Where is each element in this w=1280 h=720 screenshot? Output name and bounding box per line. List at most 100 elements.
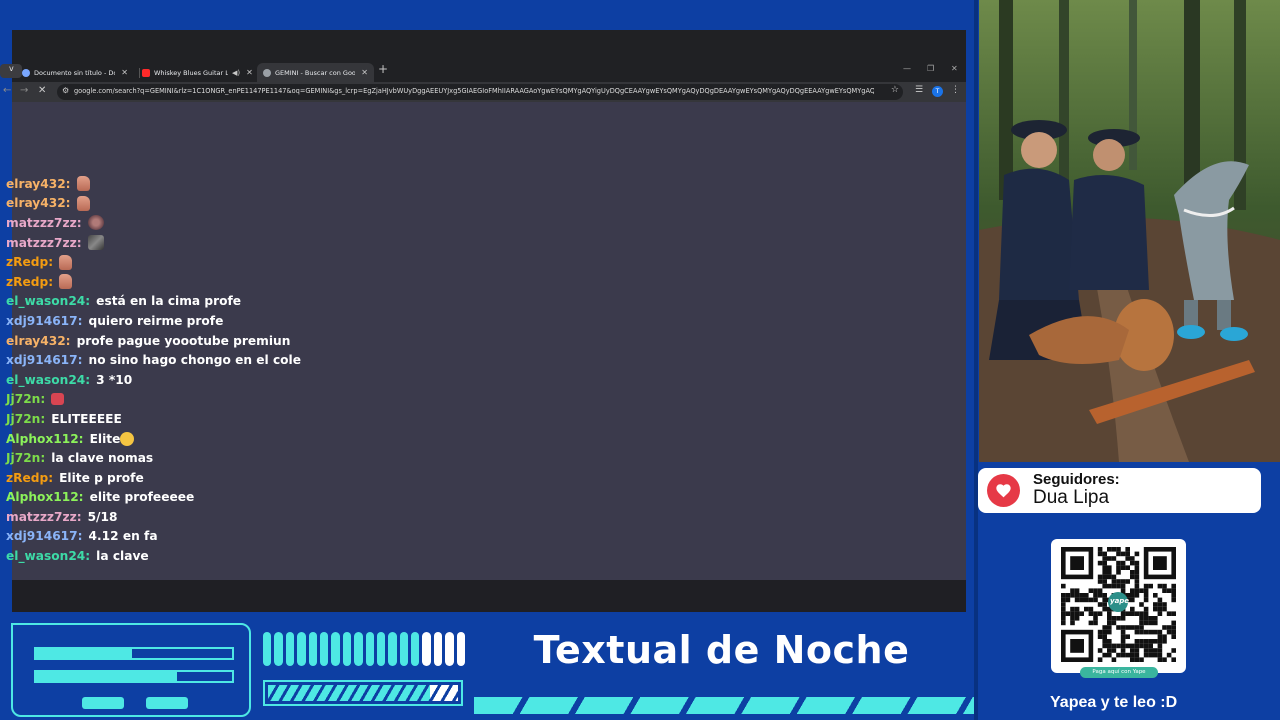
hud-level-fill-1: [36, 649, 133, 658]
chat-username: Alphox112:: [6, 431, 84, 446]
meter-segment: [308, 632, 317, 666]
back-icon[interactable]: ←: [3, 85, 11, 96]
chat-text: 3 *10: [96, 372, 133, 387]
chat-text: está en la cima profe: [96, 294, 242, 309]
yape-qr-card: yape Paga aquí con Yape: [1051, 539, 1186, 678]
chat-message: Jj72n:: [6, 390, 606, 410]
face1-emote-icon: [87, 215, 104, 231]
tab-gemini-search[interactable]: GEMINI - Buscar con Google ✕: [257, 63, 374, 82]
tab-strip: v Documento sin título - Docum ✕ Whiskey…: [0, 60, 966, 82]
heart-icon: [996, 484, 1011, 498]
striped-progress-bar: [263, 680, 463, 706]
chat-username: Jj72n:: [6, 411, 46, 426]
chat-text: la clave nomas: [51, 451, 154, 466]
chat-message: Alphox112: Elite: [6, 429, 606, 449]
latest-follower-name: Dua Lipa: [1033, 487, 1110, 508]
meme-image: [979, 0, 1280, 462]
chat-text: no sino hago chongo en el cole: [88, 353, 301, 368]
yape-logo-text: yape: [1110, 597, 1130, 605]
reading-list-icon[interactable]: ☰: [915, 85, 923, 95]
striped-progress-remainder: [430, 685, 458, 701]
chat-text: 4.12 en fa: [88, 529, 158, 544]
qr-caption: Paga aquí con Yape: [1080, 667, 1158, 678]
chat-username: matzzz7zz:: [6, 215, 82, 230]
thumb-emote-icon: [76, 195, 90, 211]
close-window-icon[interactable]: ✕: [951, 64, 958, 73]
chat-message: el_wason24: la clave: [6, 546, 606, 566]
chat-username: Alphox112:: [6, 490, 84, 505]
chat-username: Jj72n:: [6, 451, 46, 466]
stream-title: Textual de Noche: [533, 628, 910, 672]
tab-whiskey-blues[interactable]: Whiskey Blues Guitar Loun ◀) ✕: [136, 63, 261, 82]
google-icon: [263, 68, 271, 77]
chat-text: elite profeeeee: [89, 490, 195, 505]
thumb-emote-icon: [59, 254, 73, 270]
meter-segment: [411, 632, 420, 666]
chat-message: elray432:: [6, 174, 606, 194]
minimize-icon[interactable]: —: [903, 64, 911, 73]
grin-emote-icon: [120, 431, 135, 446]
meter-segment: [297, 632, 306, 666]
profile-avatar[interactable]: T: [932, 86, 943, 97]
meter-segment: [388, 632, 397, 666]
chat-username: xdj914617:: [6, 353, 83, 368]
youtube-icon: [142, 68, 150, 77]
tab-title: Whiskey Blues Guitar Loun: [154, 68, 228, 77]
browser-bottom-strip: [12, 580, 966, 612]
chat-message: matzzz7zz:: [6, 213, 606, 233]
meter-segment: [319, 632, 329, 666]
chat-message: el_wason24: 3 *10: [6, 370, 606, 390]
chat-username: xdj914617:: [6, 529, 83, 544]
chat-username: elray432:: [6, 196, 71, 211]
meter-segment: [365, 632, 374, 666]
stop-loading-icon[interactable]: ✕: [38, 85, 46, 96]
chat-message: matzzz7zz: 5/18: [6, 507, 606, 527]
chat-message: matzzz7zz:: [6, 233, 606, 253]
panel-divider: [974, 0, 978, 720]
new-tab-button[interactable]: +: [378, 62, 388, 76]
close-icon[interactable]: ✕: [121, 68, 128, 77]
address-bar[interactable]: ⚙ google.com/search?q=GEMINI&rlz=1C1ONGR…: [57, 84, 903, 100]
restore-icon[interactable]: ❐: [927, 64, 934, 73]
meter-segment: [422, 632, 431, 666]
thumb-emote-icon: [76, 176, 90, 192]
chat-message: zRedp:: [6, 252, 606, 272]
tab-documento[interactable]: Documento sin título - Docum ✕: [16, 63, 134, 82]
thumb-emote-icon: [59, 274, 73, 290]
followers-label: Seguidores:: [1033, 471, 1120, 488]
site-info-icon[interactable]: ⚙: [62, 86, 69, 95]
chat-message: zRedp: Elite p profe: [6, 468, 606, 488]
tab-title: Documento sin título - Docum: [34, 68, 115, 77]
chat-message: xdj914617: 4.12 en fa: [6, 527, 606, 547]
chat-username: Jj72n:: [6, 392, 46, 407]
segmented-meter: [263, 632, 466, 666]
chat-message: el_wason24: está en la cima profe: [6, 292, 606, 312]
docs-icon: [22, 68, 30, 77]
chat-text: quiero reirme profe: [88, 313, 224, 328]
chat-username: elray432:: [6, 333, 71, 348]
chat-message: elray432:: [6, 194, 606, 214]
chat-overlay: elray432: elray432: matzzz7zz: matzzz7zz: zR…: [6, 174, 606, 566]
bookmark-star-icon[interactable]: ☆: [891, 85, 899, 95]
chat-message: Jj72n: ELITEEEEE: [6, 409, 606, 429]
forward-icon[interactable]: →: [20, 85, 28, 96]
kebab-menu-icon[interactable]: ⋮: [951, 85, 960, 95]
close-icon[interactable]: ✕: [361, 68, 368, 77]
close-icon[interactable]: ✕: [246, 68, 253, 77]
chat-username: zRedp:: [6, 255, 54, 270]
chat-username: el_wason24:: [6, 294, 91, 309]
hud-tab-right: [146, 697, 188, 709]
chat-text: la clave: [96, 549, 149, 564]
meter-segment: [263, 632, 272, 666]
striped-progress-fill: [268, 685, 430, 701]
browser-toolbar: ← → ✕ ⚙ google.com/search?q=GEMINI&rlz=1…: [3, 82, 966, 102]
meter-segment: [331, 632, 340, 666]
meter-segment: [445, 632, 454, 666]
chat-message: xdj914617: quiero reirme profe: [6, 311, 606, 331]
speaker-icon[interactable]: ◀): [232, 69, 240, 77]
chat-username: el_wason24:: [6, 549, 91, 564]
chat-username: zRedp:: [6, 470, 54, 485]
chevron-down-icon: v: [9, 64, 14, 73]
chat-message: Jj72n: la clave nomas: [6, 448, 606, 468]
url-text[interactable]: google.com/search?q=GEMINI&rlz=1C1ONGR_e…: [74, 87, 874, 95]
